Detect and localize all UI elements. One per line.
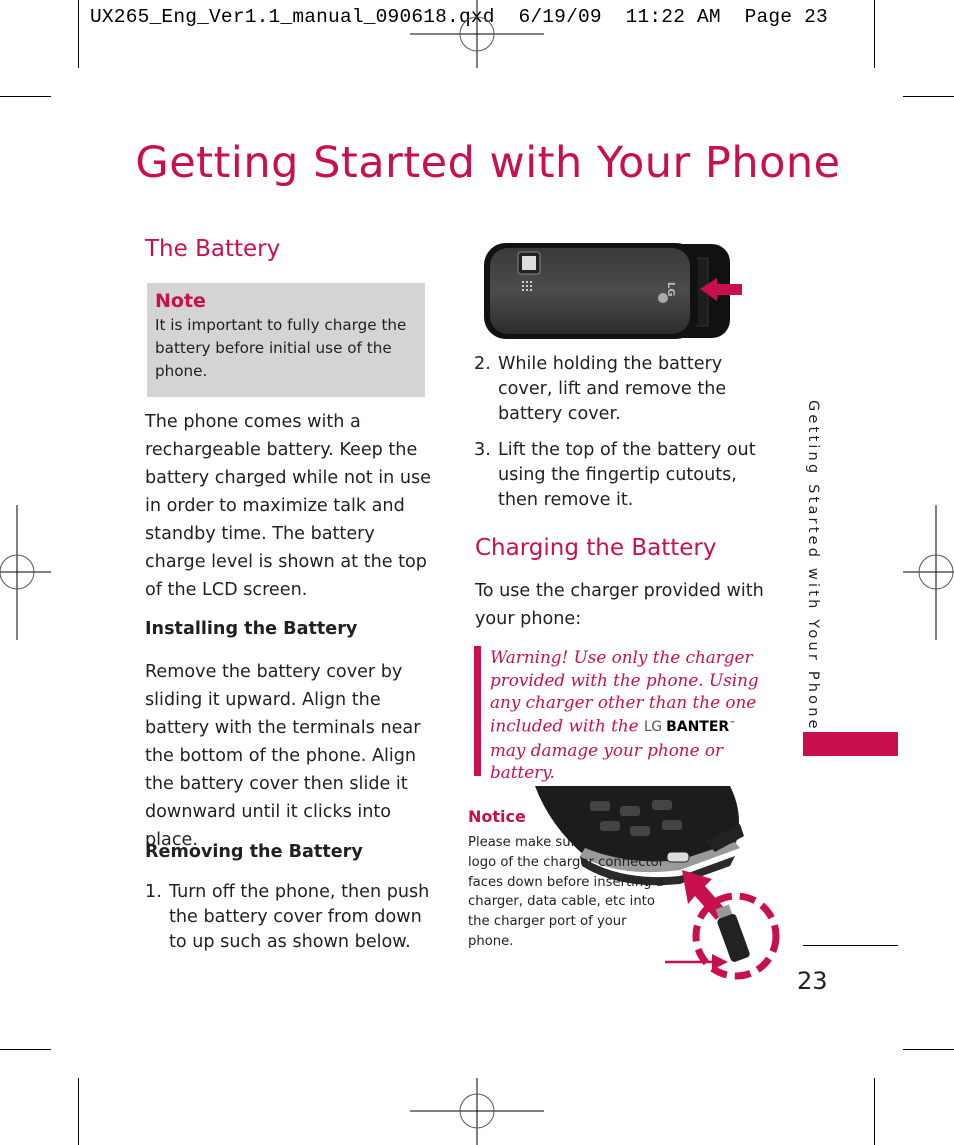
- step-number: 3.: [474, 440, 491, 460]
- step-item: 2. While holding the battery cover, lift…: [474, 352, 774, 427]
- step-text: While holding the battery cover, lift an…: [498, 354, 727, 424]
- step-item: 3. Lift the top of the battery out using…: [474, 438, 774, 513]
- step-number: 1.: [145, 882, 162, 902]
- arrow-right-icon: [712, 954, 728, 970]
- installing-heading: Installing the Battery: [145, 619, 358, 639]
- removing-heading: Removing the Battery: [145, 842, 363, 862]
- side-tab-label: Getting Started with Your Phone: [805, 400, 821, 732]
- note-box: Note It is important to fully charge the…: [147, 283, 425, 397]
- charging-intro: To use the charger provided with your ph…: [475, 581, 764, 629]
- installing-text: Remove the battery cover by sliding it u…: [145, 662, 421, 850]
- section-heading-charging: Charging the Battery: [475, 535, 717, 561]
- note-label: Note: [155, 290, 206, 312]
- side-tab-color-bar: [803, 732, 898, 756]
- page-title: Getting Started with Your Phone: [135, 138, 841, 188]
- section-heading-battery: The Battery: [145, 236, 281, 262]
- warning-text-end: may damage your phone or battery.: [490, 739, 724, 783]
- battery-intro: The phone comes with a rechargeable batt…: [145, 412, 432, 600]
- removing-steps-continued: 2. While holding the battery cover, lift…: [474, 352, 774, 524]
- warning-box: Warning! Use only the charger provided w…: [474, 646, 774, 782]
- phone-back-battery-cover-image: LG: [484, 243, 742, 339]
- svg-text:LG: LG: [665, 282, 676, 297]
- notice-label: Notice: [468, 807, 526, 826]
- note-text: It is important to fully charge the batt…: [155, 316, 407, 380]
- lg-banter-logo: LG BANTER™: [643, 719, 736, 736]
- side-section-tab: Getting Started with Your Phone: [800, 400, 830, 732]
- removing-steps: 1. Turn off the phone, then push the bat…: [145, 880, 437, 966]
- notice-text: Please make sure that the LG logo of the…: [468, 835, 665, 949]
- step-number: 2.: [474, 354, 491, 374]
- page-number: 23: [797, 967, 828, 995]
- step-item: 1. Turn off the phone, then push the bat…: [145, 880, 437, 955]
- step-text: Lift the top of the battery out using th…: [498, 440, 756, 510]
- step-text: Turn off the phone, then push the batter…: [169, 882, 430, 952]
